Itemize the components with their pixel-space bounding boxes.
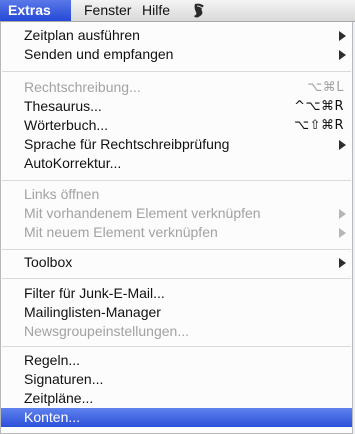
menu-item-label: Thesaurus... [24, 98, 102, 114]
menu-item-toolbox[interactable]: Toolbox [1, 253, 352, 272]
submenu-arrow-icon [339, 209, 346, 219]
menu-item-zeitplan-ausfuehren[interactable]: Zeitplan ausführen [1, 26, 352, 45]
menu-item-shortcut: ⌥⇧⌘R [294, 118, 344, 133]
script-menu-icon[interactable] [191, 2, 207, 20]
menu-separator [2, 180, 351, 181]
menu-item-mit-neuem-element-verknuepfen[interactable]: Mit neuem Element verknüpfen [1, 223, 352, 242]
menu-item-sprache-fuer-rechtschreibpruefung[interactable]: Sprache für Rechtschreibprüfung [1, 135, 352, 154]
menu-separator [2, 71, 351, 72]
menu-hilfe[interactable]: Hilfe [134, 0, 178, 21]
menu-separator [2, 346, 351, 347]
menu-separator [2, 249, 351, 250]
menu-item-links-oeffnen[interactable]: Links öffnen [1, 185, 352, 204]
submenu-arrow-icon [339, 31, 346, 41]
menu-item-label: Zeitplan ausführen [24, 27, 140, 43]
menu-item-mit-vorhandenem-element-verknuepfen[interactable]: Mit vorhandenem Element verknüpfen [1, 204, 352, 223]
menu-item-label: Senden und empfangen [24, 46, 174, 62]
menu-item-label: Newsgroupeinstellungen... [24, 323, 189, 339]
menu-item-senden-und-empfangen[interactable]: Senden und empfangen [1, 45, 352, 64]
menu-item-newsgroupeinstellungen[interactable]: Newsgroupeinstellungen... [1, 322, 352, 341]
menu-item-label: Zeitpläne... [24, 390, 94, 406]
menu-item-label: Mit neuem Element verknüpfen [24, 224, 218, 240]
submenu-arrow-icon [339, 50, 346, 60]
submenu-arrow-icon [339, 228, 346, 238]
menu-item-rechtschreibung[interactable]: Rechtschreibung... ⌥⌘L [1, 78, 352, 97]
menu-item-shortcut: ^⌥⌘R [294, 99, 344, 114]
menu-item-label: Sprache für Rechtschreibprüfung [24, 136, 230, 152]
menu-item-konten[interactable]: Konten... [1, 408, 352, 427]
submenu-arrow-icon [339, 258, 346, 268]
menu-item-label: Signaturen... [24, 371, 104, 387]
menu-item-label: Toolbox [24, 254, 73, 270]
menu-item-label: Links öffnen [24, 186, 100, 202]
menu-item-label: Wörterbuch... [24, 117, 109, 133]
menu-item-mailinglisten-manager[interactable]: Mailinglisten-Manager [1, 303, 352, 322]
submenu-arrow-icon [339, 140, 346, 150]
menu-item-label: Rechtschreibung... [24, 79, 141, 95]
menu-fenster[interactable]: Fenster [76, 0, 139, 21]
menu-item-label: Filter für Junk-E-Mail... [24, 285, 165, 301]
menu-item-shortcut: ⌥⌘L [307, 80, 344, 95]
menu-item-zeitplaene[interactable]: Zeitpläne... [1, 389, 352, 408]
menu-item-signaturen[interactable]: Signaturen... [1, 370, 352, 389]
menu-item-label: Mit vorhandenem Element verknüpfen [24, 205, 261, 221]
menu-item-autokorrektur[interactable]: AutoKorrektur... [1, 154, 352, 173]
menu-extras[interactable]: Extras [0, 0, 71, 21]
extras-dropdown-menu: Zeitplan ausführen Senden und empfangen … [0, 22, 353, 434]
menu-item-filter-fuer-junk-e-mail[interactable]: Filter für Junk-E-Mail... [1, 284, 352, 303]
menu-separator [2, 278, 351, 279]
menu-item-label: Regeln... [24, 352, 81, 368]
menu-item-label: Mailinglisten-Manager [24, 304, 161, 320]
menu-item-woerterbuch[interactable]: Wörterbuch... ⌥⇧⌘R [1, 116, 352, 135]
menu-bar: Extras Fenster Hilfe [0, 0, 355, 22]
menu-item-thesaurus[interactable]: Thesaurus... ^⌥⌘R [1, 97, 352, 116]
menu-item-regeln[interactable]: Regeln... [1, 351, 352, 370]
menu-item-label: Konten... [24, 409, 81, 425]
menu-item-label: AutoKorrektur... [24, 155, 122, 171]
